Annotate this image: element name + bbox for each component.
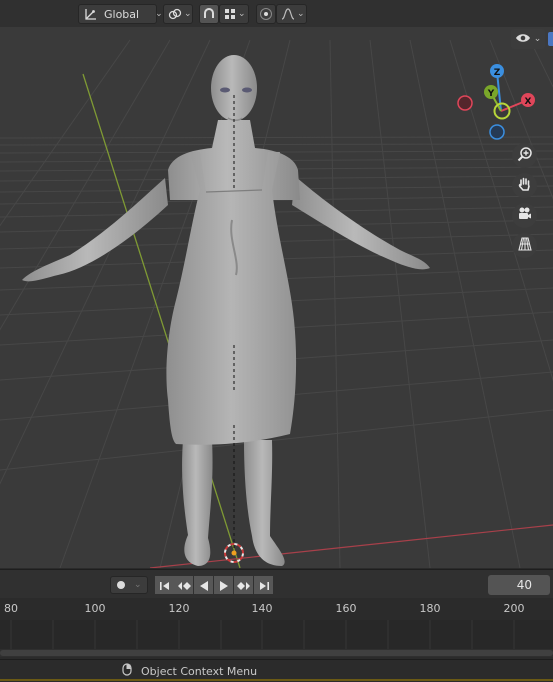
chevron-down-icon: ⌄ (533, 34, 542, 44)
timeline-ruler[interactable]: 80 100 120 140 160 180 200 (0, 598, 553, 620)
transform-orientation-icon (84, 7, 98, 21)
record-icon (116, 580, 126, 590)
snap-grid-icon (224, 8, 236, 20)
status-hint: Object Context Menu (141, 664, 258, 678)
ruler-label: 140 (251, 602, 273, 615)
timeline-scrollbar[interactable] (0, 649, 553, 657)
ruler-label: 180 (419, 602, 441, 615)
perspective-grid-icon (517, 236, 533, 256)
camera-view-button[interactable] (512, 203, 537, 228)
play-reverse-button[interactable] (194, 576, 213, 594)
proportional-edit-toggle[interactable] (256, 4, 276, 24)
transform-orientation-label: Global (104, 7, 140, 21)
sidebar-tab[interactable] (548, 32, 553, 46)
timeline-header: ⌄ 40 (0, 569, 553, 599)
ruler-label: 100 (84, 602, 106, 615)
ruler-label: 80 (4, 602, 18, 615)
pivot-icon (168, 7, 182, 21)
play-icon (219, 576, 229, 595)
pan-button[interactable] (512, 173, 537, 198)
gizmo-z-label: Z (494, 68, 501, 78)
jump-start-button[interactable] (155, 576, 174, 594)
scene-canvas: Z X Y (0, 39, 553, 568)
snap-icon (202, 7, 216, 21)
transform-orientation-dropdown[interactable]: Global ⌄ (78, 4, 163, 24)
perspective-toggle-button[interactable] (512, 233, 537, 258)
gizmo-x-label: X (525, 97, 532, 107)
hand-pan-icon (517, 176, 533, 196)
next-keyframe-icon (236, 576, 251, 595)
proportional-edit-icon (259, 7, 273, 21)
ruler-label: 160 (335, 602, 357, 615)
prev-keyframe-button[interactable] (174, 576, 193, 594)
zoom-icon (517, 146, 533, 166)
play-reverse-icon (199, 576, 209, 595)
chevron-down-icon: ⌄ (238, 9, 246, 19)
3d-viewport[interactable]: Z X Y ⌄ (0, 27, 553, 568)
mouse-right-icon (122, 663, 132, 679)
timeline-track-area[interactable] (0, 620, 553, 649)
timeline-gridlines (10, 620, 515, 649)
next-keyframe-button[interactable] (234, 576, 253, 594)
chevron-down-icon: ⌄ (297, 9, 305, 19)
chevron-down-icon: ⌄ (134, 580, 142, 590)
prev-keyframe-icon (177, 576, 191, 595)
chevron-down-icon: ⌄ (155, 9, 163, 19)
snap-target-dropdown[interactable]: ⌄ (219, 4, 249, 24)
gizmo-y-label: Y (487, 89, 495, 99)
ruler-label: 200 (503, 602, 525, 615)
play-button[interactable] (214, 576, 233, 594)
jump-end-icon (258, 576, 270, 595)
falloff-icon (281, 7, 295, 21)
viewport-header: Global ⌄ ⌄ ⌄ ⌄ (0, 0, 553, 27)
jump-start-icon (159, 576, 171, 595)
pivot-dropdown[interactable]: ⌄ (163, 4, 193, 24)
x-axis-line (149, 524, 553, 568)
chevron-down-icon: ⌄ (184, 9, 192, 19)
zoom-button[interactable] (512, 143, 537, 168)
auto-keying-button[interactable]: ⌄ (110, 576, 148, 594)
eye-icon (515, 32, 531, 47)
object-visibility-dropdown[interactable]: ⌄ (511, 29, 545, 49)
jump-end-button[interactable] (254, 576, 273, 594)
snap-toggle[interactable] (199, 4, 219, 24)
ruler-label: 120 (168, 602, 190, 615)
current-frame-field[interactable]: 40 (488, 575, 550, 595)
camera-icon (517, 206, 533, 226)
falloff-dropdown[interactable]: ⌄ (276, 4, 307, 24)
